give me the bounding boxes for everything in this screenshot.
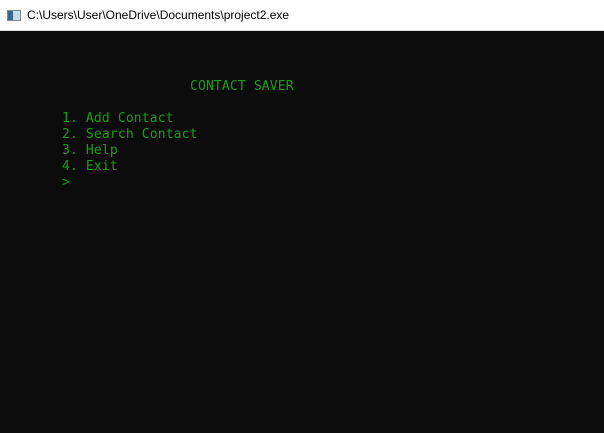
heading: CONTACT SAVER (190, 79, 294, 94)
window-titlebar[interactable]: C:\Users\User\OneDrive\Documents\project… (0, 0, 604, 31)
menu-item-search-contact: 2. Search Contact (62, 127, 198, 142)
menu-item-help: 3. Help (62, 143, 118, 158)
input-prompt[interactable]: > (62, 175, 70, 191)
console-output[interactable]: CONTACT SAVER 1. Add Contact 2. Search C… (0, 31, 604, 433)
menu-item-exit: 4. Exit (62, 159, 118, 174)
window-title: C:\Users\User\OneDrive\Documents\project… (27, 8, 290, 22)
menu-item-add-contact: 1. Add Contact (62, 111, 174, 126)
console-app-icon[interactable] (7, 9, 21, 21)
